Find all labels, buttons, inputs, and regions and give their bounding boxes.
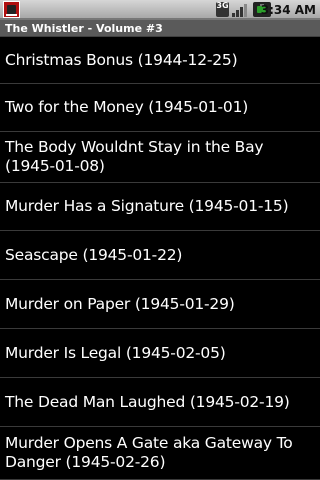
- list-item-label: The Body Wouldnt Stay in the Bay (1945-0…: [5, 138, 264, 175]
- list-item-label: Seascape (1945-01-22): [5, 245, 183, 264]
- list-item-label: Christmas Bonus (1944-12-25): [5, 50, 238, 69]
- list-item-label: Murder Is Legal (1945-02-05): [5, 343, 226, 362]
- 3g-network-icon: 3G: [216, 2, 229, 17]
- list-item[interactable]: Murder Has a Signature (1945-01-15): [0, 183, 320, 231]
- list-item[interactable]: Murder on Paper (1945-01-29): [0, 280, 320, 329]
- list-item-label: Murder Has a Signature (1945-01-15): [5, 197, 289, 215]
- list-item[interactable]: The Body Wouldnt Stay in the Bay (1945-0…: [0, 132, 320, 183]
- list-item-label: Murder Opens A Gate aka Gateway To Dange…: [5, 434, 293, 471]
- status-bar: 3G 3:34 AM: [0, 0, 320, 19]
- title-bar: The Whistler - Volume #3: [0, 19, 320, 37]
- list-item[interactable]: Christmas Bonus (1944-12-25): [0, 37, 320, 84]
- list-item[interactable]: Two for the Money (1945-01-01): [0, 84, 320, 132]
- list-item-label: The Dead Man Laughed (1945-02-19): [5, 392, 290, 411]
- app-notification-icon[interactable]: [3, 1, 20, 18]
- network-type-label: 3G: [216, 1, 229, 10]
- status-clock: 3:34 AM: [260, 3, 316, 17]
- list-item-label: Two for the Money (1945-01-01): [5, 98, 249, 116]
- episode-list: Christmas Bonus (1944-12-25) Two for the…: [0, 37, 320, 480]
- signal-icon: [232, 2, 250, 17]
- list-item-label: Murder on Paper (1945-01-29): [5, 294, 235, 313]
- list-item[interactable]: Seascape (1945-01-22): [0, 231, 320, 280]
- list-item[interactable]: Murder Opens A Gate aka Gateway To Dange…: [0, 427, 320, 480]
- page-title: The Whistler - Volume #3: [5, 22, 163, 35]
- list-item[interactable]: The Dead Man Laughed (1945-02-19): [0, 378, 320, 427]
- list-item[interactable]: Murder Is Legal (1945-02-05): [0, 329, 320, 378]
